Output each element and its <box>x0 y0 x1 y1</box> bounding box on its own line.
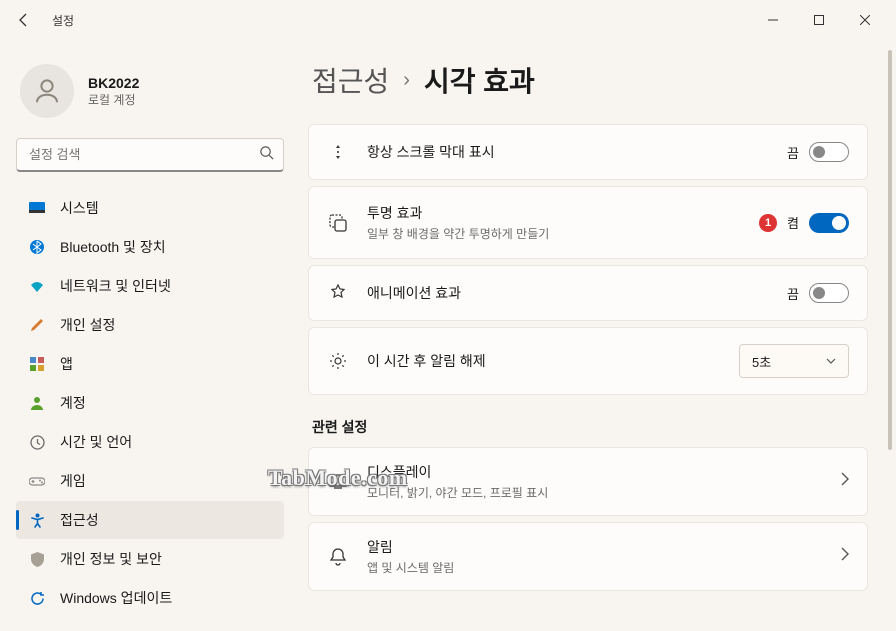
scrollbars-toggle[interactable] <box>809 142 849 162</box>
link-sub: 앱 및 시스템 알림 <box>367 559 823 576</box>
update-icon <box>28 589 46 607</box>
nav-time-language[interactable]: 시간 및 언어 <box>16 423 284 461</box>
monitor-icon <box>28 199 46 217</box>
transparency-toggle[interactable] <box>809 213 849 233</box>
page-title: 시각 효과 <box>424 60 535 100</box>
bluetooth-icon <box>28 238 46 256</box>
dismiss-time-select[interactable]: 5초 <box>739 344 849 378</box>
profile-name: BK2022 <box>88 75 139 91</box>
nav-apps[interactable]: 앱 <box>16 345 284 383</box>
nav-label: 접근성 <box>60 510 99 530</box>
main-content: 접근성 › 시각 효과 항상 스크롤 막대 표시 끔 투명 효과 일부 창 배경… <box>300 40 896 631</box>
close-button[interactable] <box>842 4 888 36</box>
nav-gaming[interactable]: 게임 <box>16 462 284 500</box>
chevron-right-icon <box>841 472 849 491</box>
search-input[interactable] <box>16 138 284 172</box>
setting-label: 애니메이션 효과 <box>367 283 769 303</box>
nav-label: 시간 및 언어 <box>60 432 132 452</box>
nav-label: Bluetooth 및 장치 <box>60 237 166 257</box>
close-icon <box>860 15 870 25</box>
related-notifications[interactable]: 알림 앱 및 시스템 알림 <box>308 522 868 591</box>
maximize-button[interactable] <box>796 4 842 36</box>
setting-transparency: 투명 효과 일부 창 배경을 약간 투명하게 만들기 1 켬 <box>308 186 868 259</box>
avatar <box>20 64 74 118</box>
chevron-right-icon: › <box>403 69 410 92</box>
related-heading: 관련 설정 <box>312 417 868 437</box>
maximize-icon <box>814 15 824 25</box>
animation-icon <box>327 282 349 304</box>
setting-label: 투명 효과 <box>367 203 741 223</box>
scrollbar[interactable] <box>888 50 892 623</box>
titlebar: 설정 <box>0 0 896 40</box>
transparency-icon <box>327 212 349 234</box>
minimize-icon <box>768 15 778 25</box>
sidebar: BK2022 로컬 계정 시스템 Bluetooth 및 장치 네트워크 및 인… <box>0 40 300 631</box>
breadcrumb-root[interactable]: 접근성 <box>312 60 389 100</box>
animation-toggle[interactable] <box>809 283 849 303</box>
setting-dismiss-notifications: 이 시간 후 알림 해제 5초 <box>308 327 868 395</box>
setting-label: 이 시간 후 알림 해제 <box>367 351 721 371</box>
nav-network[interactable]: 네트워크 및 인터넷 <box>16 267 284 305</box>
nav-label: 계정 <box>60 393 86 413</box>
scrollbar-thumb[interactable] <box>888 50 892 450</box>
nav-privacy[interactable]: 개인 정보 및 보안 <box>16 540 284 578</box>
bell-icon <box>327 546 349 568</box>
nav-label: 개인 정보 및 보안 <box>60 549 162 569</box>
setting-label: 항상 스크롤 막대 표시 <box>367 142 769 162</box>
related-display[interactable]: 디스플레이 모니터, 밝기, 야간 모드, 프로필 표시 <box>308 447 868 516</box>
nav-list: 시스템 Bluetooth 및 장치 네트워크 및 인터넷 개인 설정 앱 계정… <box>12 188 288 631</box>
nav-label: 네트워크 및 인터넷 <box>60 276 171 296</box>
nav-label: 시스템 <box>60 198 99 218</box>
setting-animation: 애니메이션 효과 끔 <box>308 265 868 321</box>
setting-sub: 일부 창 배경을 약간 투명하게 만들기 <box>367 225 741 242</box>
person-icon <box>32 76 62 106</box>
nav-windows-update[interactable]: Windows 업데이트 <box>16 579 284 617</box>
select-value: 5초 <box>752 352 771 371</box>
clock-icon <box>28 433 46 451</box>
accessibility-icon <box>28 511 46 529</box>
search-icon <box>259 145 274 165</box>
nav-personalization[interactable]: 개인 설정 <box>16 306 284 344</box>
profile-subtitle: 로컬 계정 <box>88 91 139 108</box>
brightness-icon <box>327 350 349 372</box>
nav-accounts[interactable]: 계정 <box>16 384 284 422</box>
toggle-state: 끔 <box>787 284 799 303</box>
brush-icon <box>28 316 46 334</box>
window-title: 설정 <box>52 12 74 29</box>
chevron-right-icon <box>841 547 849 566</box>
person-icon <box>28 394 46 412</box>
nav-label: Windows 업데이트 <box>60 588 172 608</box>
nav-label: 게임 <box>60 471 86 491</box>
nav-accessibility[interactable]: 접근성 <box>16 501 284 539</box>
link-label: 디스플레이 <box>367 462 823 482</box>
nav-bluetooth[interactable]: Bluetooth 및 장치 <box>16 228 284 266</box>
chevron-down-icon <box>826 358 836 364</box>
breadcrumb: 접근성 › 시각 효과 <box>308 60 868 100</box>
arrow-left-icon <box>16 12 32 28</box>
nav-label: 앱 <box>60 354 73 374</box>
game-icon <box>28 472 46 490</box>
display-icon <box>327 471 349 493</box>
scrollbar-icon <box>327 141 349 163</box>
profile-block[interactable]: BK2022 로컬 계정 <box>12 56 288 138</box>
wifi-icon <box>28 277 46 295</box>
nav-label: 개인 설정 <box>60 315 115 335</box>
toggle-state: 끔 <box>787 143 799 162</box>
toggle-state: 켬 <box>787 213 799 232</box>
setting-scrollbars: 항상 스크롤 막대 표시 끔 <box>308 124 868 180</box>
back-button[interactable] <box>8 4 40 36</box>
apps-icon <box>28 355 46 373</box>
nav-system[interactable]: 시스템 <box>16 189 284 227</box>
link-label: 알림 <box>367 537 823 557</box>
link-sub: 모니터, 밝기, 야간 모드, 프로필 표시 <box>367 484 823 501</box>
minimize-button[interactable] <box>750 4 796 36</box>
annotation-badge: 1 <box>759 214 777 232</box>
shield-icon <box>28 550 46 568</box>
